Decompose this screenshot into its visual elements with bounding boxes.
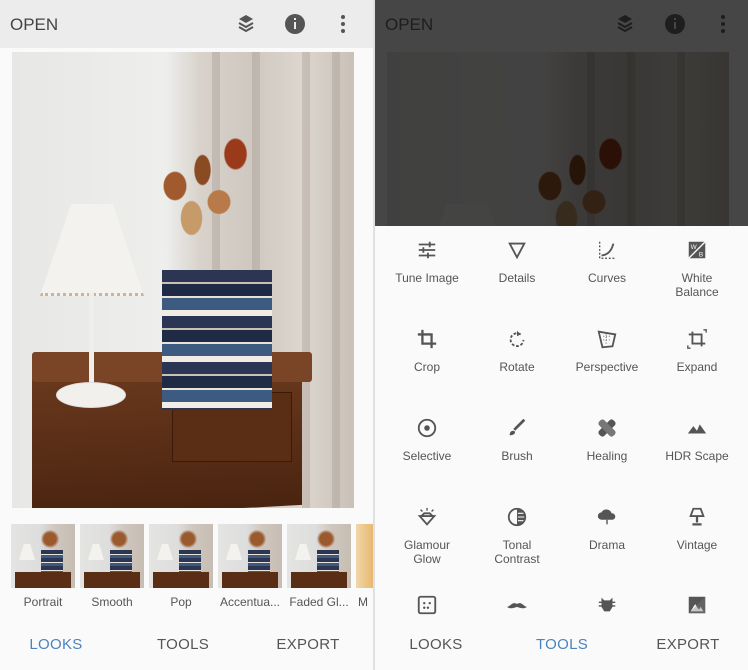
tool-label: Crop	[413, 360, 440, 374]
info-icon[interactable]	[283, 12, 307, 36]
look-label: Accentua...	[219, 595, 281, 609]
tools-grid: Tune Image Details Curves WB White Balan…	[375, 226, 748, 624]
tool-label: Details	[498, 271, 536, 285]
tab-tools[interactable]: TOOLS	[133, 636, 233, 653]
perspective-icon	[597, 330, 617, 349]
tool-perspective[interactable]: Perspective	[562, 328, 652, 374]
triangle-down-icon	[508, 242, 526, 260]
tool-brush[interactable]: Brush	[472, 417, 562, 463]
info-icon[interactable]	[663, 12, 687, 36]
tool-label: HDR Scape	[665, 449, 729, 463]
tool-label: Rotate	[499, 360, 535, 374]
rotate-icon	[509, 330, 525, 348]
tool-black-white[interactable]	[652, 594, 742, 626]
look-thumbnail[interactable]	[356, 524, 373, 588]
tool-label: Perspective	[575, 360, 639, 374]
tool-label: Expand	[676, 360, 718, 374]
tool-details[interactable]: Details	[472, 239, 562, 285]
tool-glamour-glow[interactable]: Glamour Glow	[382, 506, 472, 566]
tool-vintage[interactable]: Vintage	[652, 506, 742, 552]
bottom-nav: LOOKS TOOLS EXPORT	[0, 624, 373, 670]
tune-sliders-icon	[418, 241, 436, 259]
look-label: M	[358, 595, 368, 609]
tool-head-pose[interactable]	[562, 594, 652, 626]
tool-label: Brush	[501, 449, 533, 463]
tool-label: Drama	[588, 538, 625, 552]
tab-export[interactable]: EXPORT	[638, 636, 738, 653]
tool-rotate[interactable]: Rotate	[472, 328, 562, 374]
look-thumbnail[interactable]	[218, 524, 282, 588]
tonal-contrast-icon	[507, 507, 527, 527]
open-button[interactable]: OPEN	[385, 15, 433, 35]
tools-screen: OPEN Tune Image Details Curves WB White …	[375, 0, 748, 670]
crop-icon	[417, 329, 437, 349]
look-thumbnail[interactable]	[149, 524, 213, 588]
tool-label: Healing	[586, 449, 628, 463]
top-bar: OPEN	[375, 0, 748, 48]
layers-stack-icon[interactable]	[234, 12, 258, 36]
look-thumbnail[interactable]	[80, 524, 144, 588]
tool-curves[interactable]: Curves	[562, 239, 652, 285]
face-icon	[598, 597, 616, 612]
tool-healing[interactable]: Healing	[562, 417, 652, 463]
looks-strip[interactable]: Portrait Smooth Pop Accentua... Faded Gl…	[0, 510, 373, 625]
open-button[interactable]: OPEN	[10, 15, 58, 35]
bottom-nav: LOOKS TOOLS EXPORT	[375, 624, 748, 670]
tool-expand[interactable]: Expand	[652, 328, 742, 374]
tool-label: Curves	[587, 271, 626, 285]
look-thumbnail[interactable]	[11, 524, 75, 588]
svg-text:B: B	[699, 251, 703, 258]
mountains-icon	[687, 424, 707, 434]
lamp-icon	[689, 507, 705, 526]
brush-icon	[509, 418, 526, 436]
more-vert-icon[interactable]	[711, 12, 735, 36]
tool-white-balance[interactable]: WB White Balance	[652, 239, 742, 299]
bandage-icon	[598, 419, 616, 437]
look-label: Portrait	[23, 595, 63, 609]
tool-tonal-contrast[interactable]: Tonal Contrast	[472, 506, 562, 566]
tab-export[interactable]: EXPORT	[258, 636, 358, 653]
tool-hdr-scape[interactable]: HDR Scape	[652, 417, 742, 463]
tool-selective[interactable]: Selective	[382, 417, 472, 463]
tool-label: Tonal Contrast	[494, 538, 540, 566]
tool-tune-image[interactable]: Tune Image	[382, 239, 472, 285]
black-white-icon	[688, 596, 706, 614]
tool-label: Tune Image	[395, 271, 459, 285]
selective-target-icon	[417, 418, 437, 438]
tool-label: White Balance	[675, 271, 719, 299]
svg-text:W: W	[691, 244, 698, 251]
looks-screen: OPEN Portrait Smooth Pop Accentua... Fad…	[0, 0, 373, 670]
look-thumbnail[interactable]	[287, 524, 351, 588]
cloud-icon	[597, 509, 616, 525]
top-bar: OPEN	[0, 0, 373, 48]
expand-icon	[687, 329, 707, 349]
tool-label: Vintage	[676, 538, 718, 552]
dim-overlay[interactable]	[375, 48, 748, 226]
diamond-glow-icon	[417, 507, 437, 526]
tool-grainy-film[interactable]	[382, 594, 472, 626]
look-label: Smooth	[91, 595, 133, 609]
tool-crop[interactable]: Crop	[382, 328, 472, 374]
grainy-film-icon	[417, 595, 437, 615]
mustache-icon	[506, 603, 528, 609]
tool-label: Glamour Glow	[403, 538, 450, 566]
more-vert-icon[interactable]	[331, 12, 355, 36]
tab-looks[interactable]: LOOKS	[386, 636, 486, 653]
layers-stack-icon[interactable]	[613, 12, 637, 36]
white-balance-icon: WB	[688, 241, 706, 259]
tool-drama[interactable]: Drama	[562, 506, 652, 552]
tool-label: Selective	[402, 449, 452, 463]
photo-preview[interactable]	[12, 52, 354, 508]
look-label: Pop	[170, 595, 192, 609]
tool-face[interactable]	[472, 594, 562, 626]
tab-tools[interactable]: TOOLS	[512, 636, 612, 653]
look-label: Faded Gl...	[289, 595, 349, 609]
curves-icon	[598, 241, 616, 259]
tab-looks[interactable]: LOOKS	[6, 636, 106, 653]
